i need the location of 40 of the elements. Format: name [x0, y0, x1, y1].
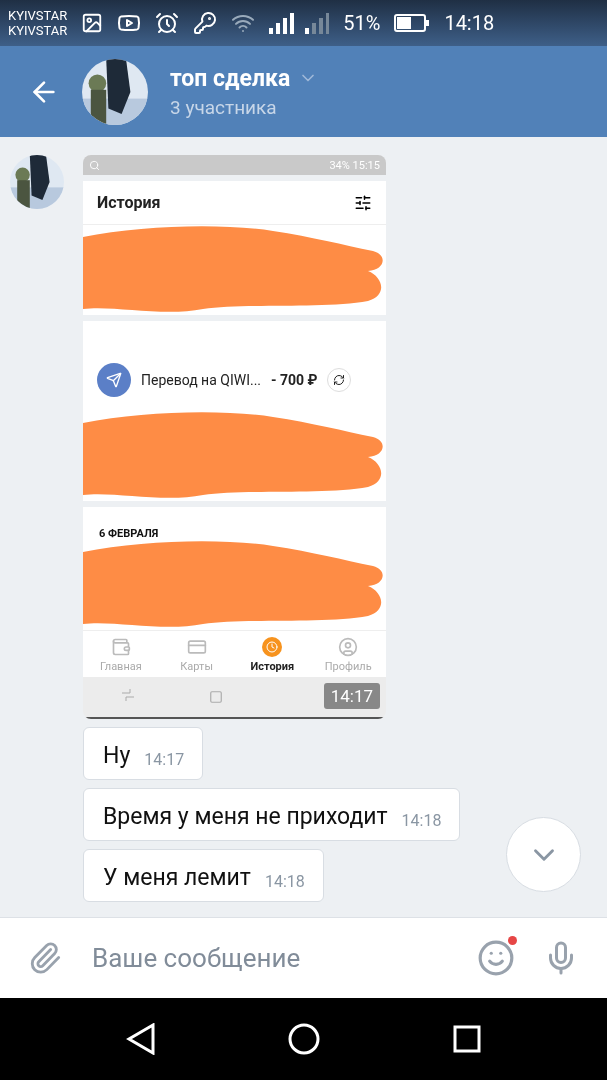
bottom-tab[interactable]: Карты	[158, 637, 235, 673]
message-text: Время у меня не приходит	[103, 803, 388, 830]
recent-apps-icon[interactable]	[452, 1025, 481, 1053]
home-icon	[208, 690, 223, 704]
message-time: 14:17	[144, 750, 185, 769]
signal-icon	[269, 12, 330, 34]
bottom-tab[interactable]: История	[234, 637, 311, 673]
transfer-label: Перевод на QIWI...	[141, 372, 262, 388]
carrier-name: KYIVSTAR	[8, 8, 68, 23]
filter-icon	[354, 193, 372, 212]
attach-icon[interactable]	[28, 941, 62, 975]
home-icon[interactable]	[288, 1023, 321, 1055]
carrier-name: KYIVSTAR	[8, 23, 68, 38]
transfer-amount: - 700 ₽	[271, 372, 318, 388]
battery-percent: 51%	[343, 11, 381, 35]
message-time: 14:17	[323, 683, 380, 709]
image-icon	[81, 12, 104, 34]
bottom-tab[interactable]: Главная	[83, 637, 159, 673]
date-label: 6 ФЕВРАЛЯ	[98, 526, 160, 540]
message-time: 14:18	[401, 811, 442, 830]
search-icon	[89, 159, 100, 171]
member-count: 3 участника	[170, 95, 278, 119]
transfer-icon	[97, 363, 131, 397]
battery-icon	[394, 14, 431, 32]
message-text: Ну	[103, 742, 131, 769]
wallet-icon	[110, 637, 131, 657]
bottom-tab[interactable]: Профиль	[310, 637, 386, 673]
clock-icon	[262, 637, 283, 657]
emoji-icon[interactable]	[477, 939, 515, 977]
message-text: У меня лемит	[103, 864, 251, 891]
user-icon	[338, 637, 359, 657]
alarm-icon	[155, 11, 180, 35]
screen-title: История	[97, 193, 161, 212]
card-icon	[186, 637, 207, 657]
sender-avatar	[10, 155, 64, 209]
back-icon[interactable]	[126, 1023, 157, 1055]
key-icon	[193, 11, 218, 35]
chat-title[interactable]: топ сделка	[170, 64, 291, 92]
clock-time: 14:18	[444, 11, 495, 35]
message-time: 14:18	[264, 872, 305, 891]
